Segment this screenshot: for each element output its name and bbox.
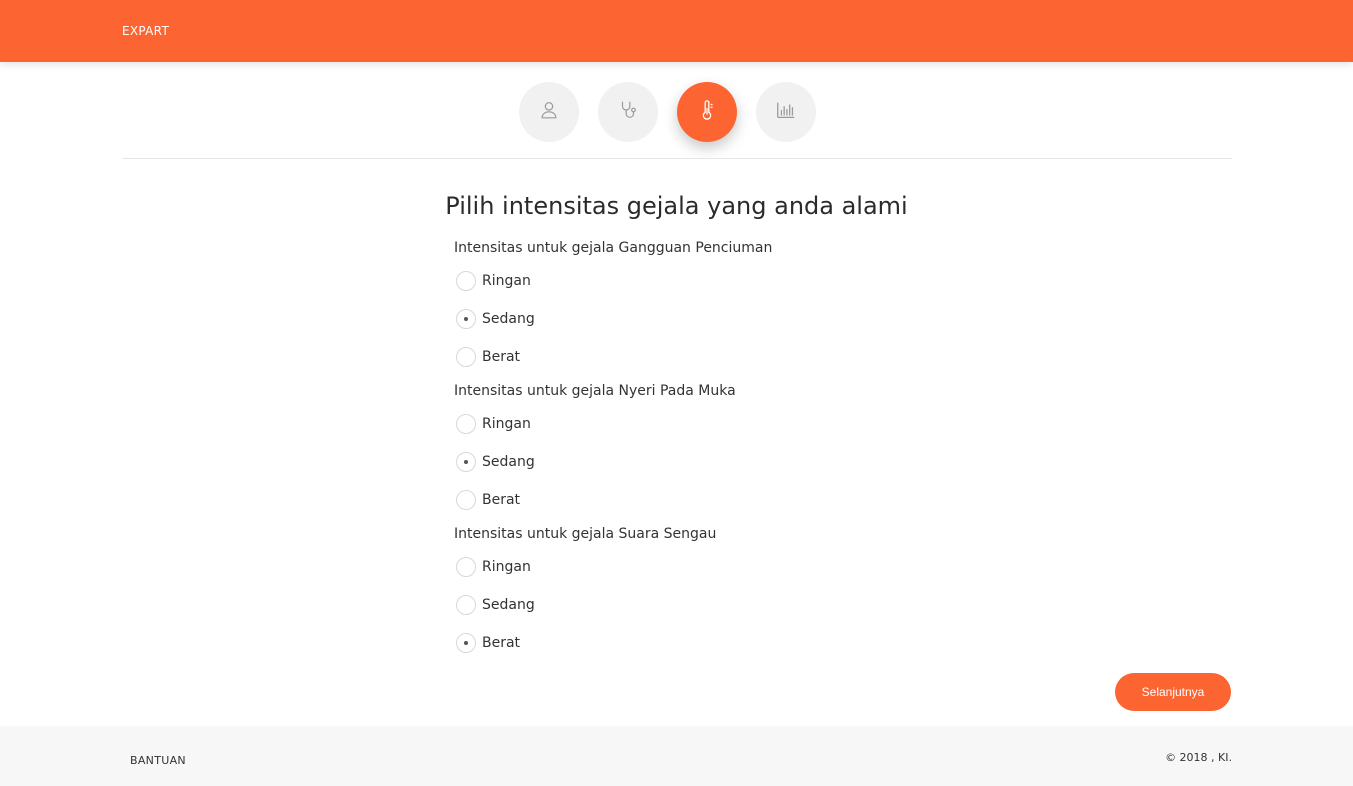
group-label-suara-sengau: Intensitas untuk gejala Suara Sengau: [454, 526, 717, 542]
stethoscope-icon: [617, 99, 639, 125]
radio-option[interactable]: Ringan: [456, 270, 531, 292]
footer: BANTUAN © 2018 , KI.: [0, 726, 1353, 786]
group-label-nyeri-pada-muka: Intensitas untuk gejala Nyeri Pada Muka: [454, 383, 736, 399]
radio-button[interactable]: [456, 271, 476, 291]
radio-option[interactable]: Sedang: [456, 308, 535, 330]
radio-button[interactable]: [456, 595, 476, 615]
radio-option-label: Sedang: [482, 311, 535, 327]
next-button[interactable]: Selanjutnya: [1115, 673, 1231, 711]
radio-option-label: Berat: [482, 635, 521, 651]
radio-option-label: Ringan: [482, 273, 531, 289]
step-symptoms[interactable]: [598, 82, 658, 142]
header-divider: [122, 158, 1232, 159]
radio-button[interactable]: [456, 633, 476, 653]
radio-option-label: Berat: [482, 492, 521, 508]
copyright-text: © 2018 , KI.: [1165, 751, 1232, 764]
step-profile[interactable]: [519, 82, 579, 142]
radio-option-label: Ringan: [482, 416, 531, 432]
radio-option-label: Ringan: [482, 559, 531, 575]
radio-option[interactable]: Berat: [456, 346, 520, 368]
brand-logo-link[interactable]: EXPART: [122, 24, 169, 38]
radio-option[interactable]: Ringan: [456, 556, 531, 578]
radio-option[interactable]: Sedang: [456, 594, 535, 616]
thermometer-icon: [696, 99, 718, 125]
radio-button[interactable]: [456, 557, 476, 577]
radio-button[interactable]: [456, 347, 476, 367]
radio-option[interactable]: Sedang: [456, 451, 535, 473]
page-title: Pilih intensitas gejala yang anda alami: [445, 192, 908, 220]
radio-button[interactable]: [456, 414, 476, 434]
user-icon: [538, 99, 560, 125]
bar-chart-icon: [775, 99, 797, 125]
group-label-gangguan-penciuman: Intensitas untuk gejala Gangguan Pencium…: [454, 240, 773, 256]
step-indicator: [0, 82, 1353, 142]
radio-button[interactable]: [456, 452, 476, 472]
radio-option-label: Sedang: [482, 454, 535, 470]
radio-option[interactable]: Berat: [456, 489, 520, 511]
radio-option[interactable]: Ringan: [456, 413, 531, 435]
radio-option[interactable]: Berat: [456, 632, 520, 654]
step-intensity[interactable]: [677, 82, 737, 142]
radio-button[interactable]: [456, 490, 476, 510]
top-navbar: EXPART: [0, 0, 1353, 62]
radio-option-label: Berat: [482, 349, 521, 365]
radio-option-label: Sedang: [482, 597, 535, 613]
radio-button[interactable]: [456, 309, 476, 329]
help-link[interactable]: BANTUAN: [130, 754, 186, 767]
step-result[interactable]: [756, 82, 816, 142]
